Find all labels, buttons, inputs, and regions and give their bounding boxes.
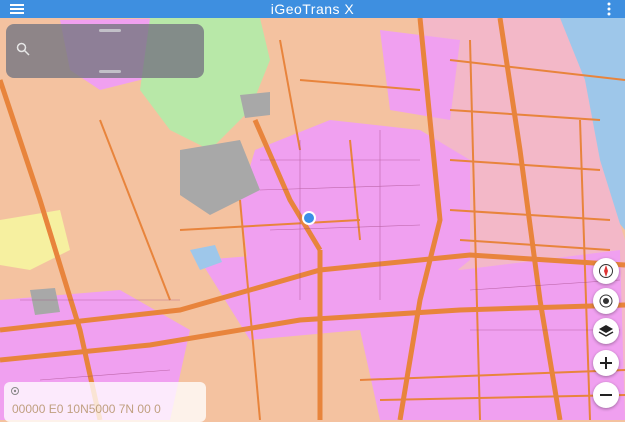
search-panel	[6, 24, 204, 78]
current-location-marker[interactable]	[302, 211, 316, 225]
bottom-drag-handle[interactable]	[99, 70, 121, 73]
search-input[interactable]	[34, 38, 188, 60]
layers-icon	[598, 325, 614, 337]
compass-button[interactable]	[593, 258, 619, 284]
coordinate-panel: 00000 E0 10N5000 7N 00 0	[4, 382, 206, 422]
app-title: iGeoTrans X	[270, 1, 355, 17]
app-title-bar: iGeoTrans X	[0, 0, 625, 18]
zoning-map[interactable]	[0, 18, 625, 420]
layers-button[interactable]	[593, 318, 619, 344]
search-icon	[16, 42, 30, 56]
compass-icon	[599, 264, 613, 278]
settings-icon[interactable]	[10, 386, 20, 396]
plus-icon	[600, 357, 612, 369]
coordinate-readout: 00000 E0 10N5000 7N 00 0	[12, 402, 161, 416]
zoom-out-button[interactable]	[593, 382, 619, 408]
gray-zone-3	[30, 288, 60, 315]
more-options-icon[interactable]	[607, 2, 611, 16]
gray-zone-2	[240, 92, 270, 118]
top-drag-handle[interactable]	[99, 29, 121, 32]
zoom-in-button[interactable]	[593, 350, 619, 376]
gps-toggle-icon	[599, 294, 613, 308]
minus-icon	[600, 394, 612, 396]
gps-toggle-button[interactable]	[593, 288, 619, 314]
